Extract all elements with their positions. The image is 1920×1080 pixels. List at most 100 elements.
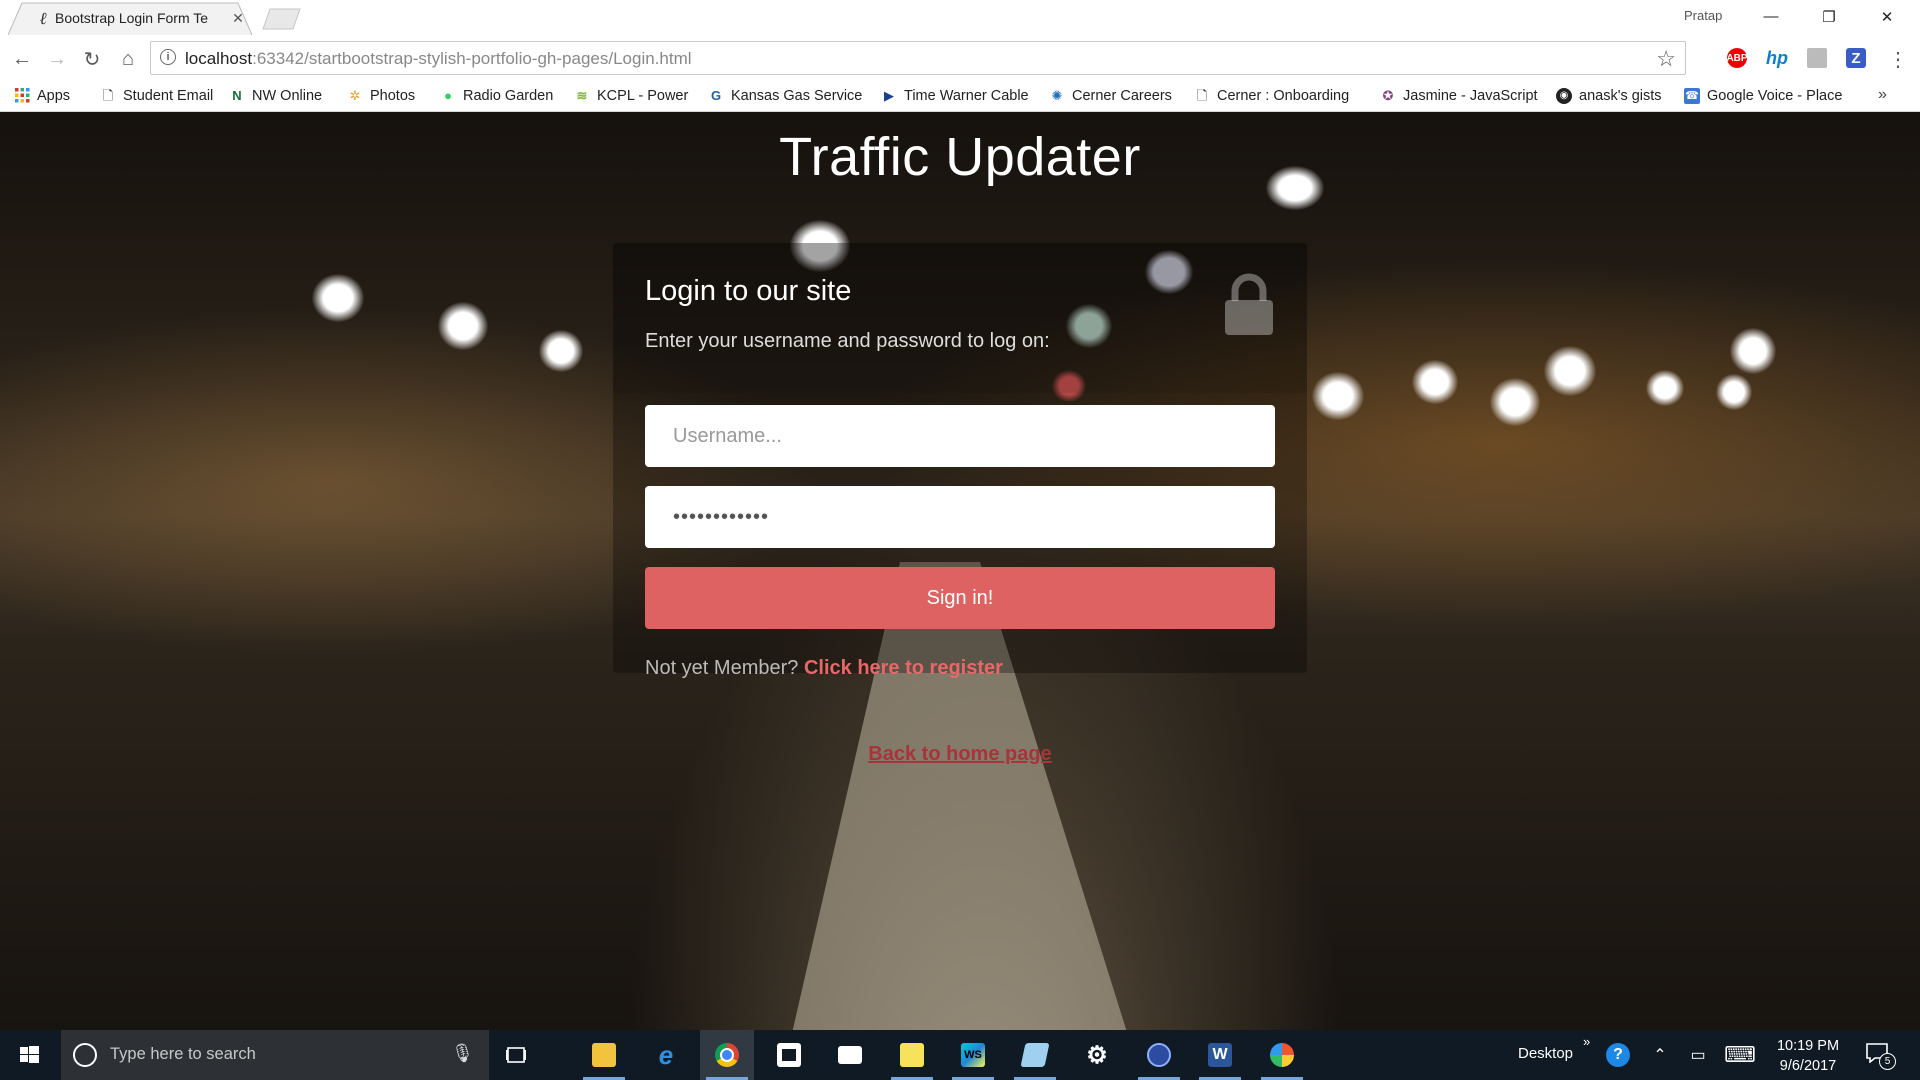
store-app[interactable] — [762, 1030, 816, 1080]
bookmark-label: Cerner : Onboarding — [1217, 88, 1350, 104]
forward-arrow-icon[interactable]: → — [45, 47, 69, 71]
sticky-notes-icon — [900, 1043, 924, 1067]
lock-icon — [1225, 273, 1273, 335]
ghost-extension-icon[interactable] — [1807, 48, 1827, 68]
webstorm-icon: WS — [961, 1043, 985, 1067]
bookmark-label: Apps — [37, 88, 71, 104]
url-text[interactable]: localhost:63342/startbootstrap-stylish-p… — [185, 49, 692, 69]
mail-app[interactable] — [823, 1030, 877, 1080]
minimize-icon[interactable]: — — [1748, 0, 1794, 33]
paint-app[interactable] — [1255, 1030, 1309, 1080]
login-header: Login to our site Enter your username an… — [613, 243, 1307, 393]
bookmark-label: Time Warner Cable — [904, 88, 1029, 104]
bookmark-cerner-careers[interactable]: ✺ Cerner Careers — [1049, 82, 1172, 110]
sign-in-button[interactable]: Sign in! — [645, 567, 1275, 629]
file-explorer-app[interactable] — [577, 1030, 631, 1080]
notepad-app[interactable] — [1008, 1030, 1062, 1080]
back-home-link[interactable]: Back to home page — [0, 743, 1920, 766]
browser-tab-strip: ℓ Bootstrap Login Form Te ✕ Pratap — ❐ ✕ — [0, 0, 1920, 35]
bookmark-time-warner[interactable]: ▶ Time Warner Cable — [881, 82, 1029, 110]
bokeh-light — [1312, 372, 1364, 420]
page-favicon-icon: ℓ — [39, 9, 47, 29]
tab-close-icon[interactable]: ✕ — [230, 10, 246, 26]
battery-icon[interactable]: ▭ — [1686, 1043, 1710, 1067]
store-icon — [777, 1043, 801, 1067]
address-bar[interactable]: i localhost:63342/startbootstrap-stylish… — [150, 41, 1686, 75]
chevron-up-icon[interactable]: ⌃ — [1648, 1043, 1672, 1067]
voice-icon: ☎ — [1684, 88, 1700, 104]
bookmark-cerner-onboarding[interactable]: 🗋 Cerner : Onboarding — [1194, 82, 1349, 110]
webstorm-app[interactable]: WS — [946, 1030, 1000, 1080]
bookmark-jasmine[interactable]: ✪ Jasmine - JavaScript — [1380, 82, 1538, 110]
clock-time: 10:19 PM — [1776, 1038, 1840, 1054]
bookmark-nw-online[interactable]: N NW Online — [229, 82, 322, 110]
gas-icon: G — [710, 88, 722, 103]
info-icon[interactable]: i — [160, 49, 176, 65]
desktop-toolbar-label[interactable]: Desktop — [1518, 1045, 1573, 1062]
keyboard-icon[interactable]: ⌨ — [1724, 1042, 1756, 1067]
toolbar-overflow-icon[interactable]: » — [1583, 1034, 1590, 1049]
new-tab-button[interactable] — [262, 8, 302, 30]
windows-logo-icon — [20, 1046, 39, 1063]
github-icon: ◉ — [1556, 88, 1572, 104]
bookmark-kcpl[interactable]: ≋ KCPL - Power — [574, 82, 689, 110]
settings-app[interactable]: ⚙ — [1070, 1030, 1124, 1080]
microphone-icon[interactable]: 🎙 — [451, 1043, 474, 1064]
page-icon: 🗋 — [102, 88, 114, 103]
page-icon: 🗋 — [1196, 88, 1208, 103]
start-button[interactable] — [0, 1030, 58, 1080]
notification-count: 5 — [1879, 1053, 1896, 1070]
bokeh-light — [539, 330, 583, 372]
browser-toolbar: ← → ↻ ⌂ i localhost:63342/startbootstrap… — [0, 35, 1920, 82]
cerner-icon: ✺ — [1051, 88, 1063, 103]
reload-icon[interactable]: ↻ — [80, 47, 104, 71]
register-link[interactable]: Click here to register — [804, 657, 1003, 679]
word-app[interactable]: W — [1193, 1030, 1247, 1080]
bookmark-google-voice[interactable]: ☎ Google Voice - Place — [1684, 82, 1854, 110]
cortana-icon — [73, 1043, 97, 1067]
edge-app[interactable]: e — [639, 1030, 693, 1080]
login-heading: Login to our site — [645, 275, 852, 307]
sticky-notes-app[interactable] — [885, 1030, 939, 1080]
chrome-menu-icon[interactable]: ⋮ — [1888, 47, 1908, 72]
action-center-button[interactable]: 5 — [1866, 1043, 1896, 1070]
password-input[interactable] — [645, 486, 1275, 548]
bookmark-label: Jasmine - JavaScript — [1403, 88, 1538, 104]
media-app[interactable] — [1132, 1030, 1186, 1080]
profile-name[interactable]: Pratap — [1684, 8, 1722, 23]
bookmark-kansas-gas[interactable]: G Kansas Gas Service — [708, 82, 862, 110]
green-dot-icon: ● — [444, 88, 452, 103]
bookmark-apps[interactable]: Apps — [14, 82, 70, 110]
register-prompt-text: Not yet Member? — [645, 657, 804, 679]
bookmark-gists[interactable]: ◉ anask's gists — [1556, 82, 1662, 110]
bokeh-light — [438, 302, 488, 350]
photos-icon: ✲ — [349, 88, 361, 103]
bookmark-student-email[interactable]: 🗋 Student Email — [100, 82, 214, 110]
help-icon[interactable]: ? — [1606, 1043, 1630, 1067]
site-title: Traffic Updater — [779, 127, 1141, 187]
page-viewport: Traffic Updater Login to our site Enter … — [0, 112, 1920, 1030]
system-clock[interactable]: 10:19 PM 9/6/2017 — [1768, 1036, 1848, 1076]
home-icon[interactable]: ⌂ — [116, 47, 140, 71]
bookmark-photos[interactable]: ✲ Photos — [347, 82, 416, 110]
bookmarks-overflow-icon[interactable]: » — [1878, 86, 1887, 104]
hp-icon[interactable]: hp — [1766, 48, 1788, 68]
chrome-app[interactable] — [700, 1030, 754, 1080]
jasmine-icon: ✪ — [1382, 88, 1394, 103]
bokeh-light — [1412, 360, 1458, 404]
url-path: :63342/startbootstrap-stylish-portfolio-… — [252, 49, 692, 68]
bookmark-label: Cerner Careers — [1072, 88, 1172, 104]
bookmark-label: Student Email — [123, 88, 214, 104]
bookmark-radio-garden[interactable]: ● Radio Garden — [440, 82, 553, 110]
taskbar-search-box[interactable]: Type here to search 🎙 — [61, 1030, 489, 1080]
bookmark-star-icon[interactable]: ☆ — [1656, 46, 1676, 72]
bookmark-label: Photos — [370, 88, 416, 104]
abp-icon[interactable]: ABP — [1726, 48, 1748, 68]
username-input[interactable] — [645, 405, 1275, 467]
close-window-icon[interactable]: ✕ — [1864, 0, 1910, 33]
task-view-icon[interactable] — [505, 1043, 529, 1067]
browser-tab[interactable]: ℓ Bootstrap Login Form Te ✕ — [8, 2, 252, 35]
z-extension-icon[interactable]: Z — [1846, 48, 1866, 68]
restore-window-icon[interactable]: ❐ — [1806, 0, 1852, 33]
back-arrow-icon[interactable]: ← — [10, 47, 34, 71]
